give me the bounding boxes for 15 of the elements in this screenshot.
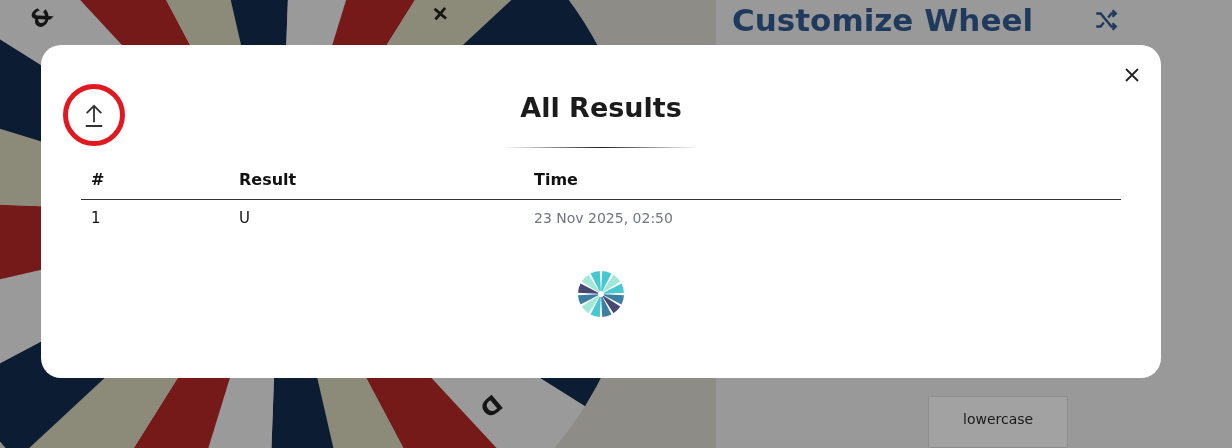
upload-icon bbox=[83, 102, 105, 128]
wheel-label: D bbox=[474, 388, 508, 423]
column-header: Time bbox=[524, 170, 1121, 200]
table-cell: 1 bbox=[81, 199, 229, 236]
table-cell: U bbox=[229, 199, 524, 236]
panel-title: Customize Wheel bbox=[732, 2, 1034, 38]
dialog-title: All Results bbox=[520, 91, 682, 125]
wheel-label: + bbox=[423, 0, 458, 31]
shuffle-icon[interactable] bbox=[1093, 7, 1120, 33]
case-button[interactable]: lowercase bbox=[928, 396, 1069, 448]
table-cell: 23 Nov 2025, 02:50 bbox=[524, 199, 1121, 236]
column-header: Result bbox=[229, 170, 524, 200]
wheel-label: & bbox=[24, 0, 59, 35]
close-button[interactable] bbox=[1125, 68, 1139, 82]
column-header: # bbox=[81, 170, 229, 200]
